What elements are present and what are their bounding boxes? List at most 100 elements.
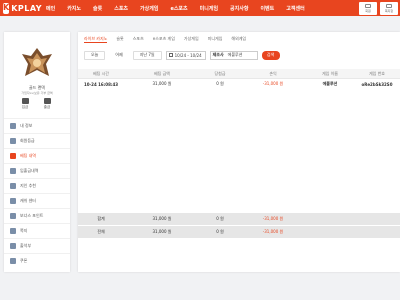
top-icon-group: 회원 쪽지함	[359, 2, 398, 15]
date-filter-bar: 오늘 어제 지난 7일 10/24 - 10/24 제조사 에볼루션 검색	[84, 50, 280, 60]
member-level-icon	[10, 138, 16, 144]
calendar-icon	[168, 53, 173, 57]
header-bet-amount: 베팅 금액	[154, 70, 170, 76]
nav-main[interactable]: 메인	[46, 5, 55, 12]
summary-profit-loss: -31,000 원	[262, 216, 284, 221]
header-win-amount: 당첨금	[214, 70, 226, 76]
summary-subtotal-row: 합계 31,000 원 0 원 -31,000 원	[78, 213, 400, 226]
table-row[interactable]: 10-24 16:08:43 31,000 원 0 원 -31,000 원 에볼…	[78, 79, 400, 89]
sidebar: 골드 랜덱 가입자Lv/보유 기부 금액 입금 출금 내 정보 회원등급 베팅 …	[4, 32, 70, 272]
sidebar-item-messages[interactable]: 쪽지	[4, 223, 70, 238]
game-tabs: 라이브 카지노 슬롯 스포츠 e스포츠 게임 가상게임 미니게임 해외게임	[84, 35, 255, 43]
nav-notice[interactable]: 공지사항	[230, 5, 248, 12]
date-range-picker[interactable]: 10/24 - 10/24	[165, 50, 206, 60]
tab-mini-game[interactable]: 미니게임	[208, 36, 223, 42]
referral-icon	[10, 183, 16, 189]
header-game-number: 게임 번호	[369, 70, 385, 76]
header-bet-time: 베팅 시간	[93, 70, 109, 76]
summary-profit-loss: -31,000 원	[262, 229, 284, 234]
nav-sports[interactable]: 스포츠	[114, 5, 128, 12]
cell-profit-loss: -31,000 원	[262, 81, 284, 86]
summary-rows: 합계 31,000 원 0 원 -31,000 원 전체 31,000 원 0 …	[78, 213, 400, 239]
cell-win-amount: 0 원	[216, 81, 224, 86]
transactions-icon	[10, 168, 16, 174]
my-info-icon	[10, 123, 16, 129]
cell-bet-time: 10-24 16:08:43	[83, 81, 119, 87]
cell-game-name: 에볼루션	[322, 81, 338, 86]
nav-event[interactable]: 이벤트	[260, 5, 274, 12]
sidebar-item-label: 베팅 내역	[20, 153, 36, 158]
summary-bet: 31,000 원	[152, 229, 172, 234]
bet-history-table: 베팅 시간 베팅 금액 당첨금 손익 게임 이름 게임 번호 10-24 16:…	[78, 69, 400, 89]
tab-slot[interactable]: 슬롯	[116, 36, 123, 42]
sidebar-item-label: 캐쉬 센터	[20, 198, 36, 203]
nav-esports[interactable]: e스포츠	[170, 5, 187, 12]
sidebar-item-label: 쪽지	[20, 228, 28, 233]
deposit-label: 입금	[21, 105, 29, 109]
bonus-point-icon	[10, 213, 16, 219]
nav-slot[interactable]: 슬롯	[93, 5, 102, 12]
message-box-button[interactable]: 쪽지함	[380, 2, 398, 15]
provider-select-value: 에볼루션	[227, 52, 243, 57]
sidebar-item-member-level[interactable]: 회원등급	[4, 133, 70, 148]
cell-bet-amount: 31,000 원	[152, 81, 172, 86]
sidebar-item-label: 쿠폰	[20, 258, 28, 263]
sidebar-item-bet-history[interactable]: 베팅 내역	[4, 148, 70, 163]
sidebar-item-my-info[interactable]: 내 정보	[4, 118, 70, 133]
summary-label: 합계	[97, 216, 105, 221]
brand-logo[interactable]: K KPLAY	[3, 2, 43, 14]
rank-emblem-icon	[22, 48, 52, 76]
message-box-label: 쪽지함	[384, 9, 394, 13]
wallet-buttons: 입금 출금	[17, 98, 55, 110]
tab-live-casino[interactable]: 라이브 카지노	[84, 36, 108, 43]
sidebar-item-label: 내 정보	[20, 123, 33, 128]
yesterday-button[interactable]: 어제	[109, 50, 129, 60]
cell-game-number: oRe2bSk32S0	[361, 81, 393, 87]
withdraw-button[interactable]: 출금	[39, 98, 55, 110]
tab-esports-game[interactable]: e스포츠 게임	[153, 36, 175, 42]
top-navigation-bar: K KPLAY 메인 카지노 슬롯 스포츠 가상게임 e스포츠 미니게임 공지사…	[0, 0, 400, 16]
sidebar-item-cash-center[interactable]: 캐쉬 센터	[4, 193, 70, 208]
bet-history-icon	[10, 153, 16, 159]
sidebar-item-label: 지인 추천	[20, 183, 36, 188]
header-profit-loss: 손익	[269, 70, 277, 76]
message-icon	[10, 228, 16, 234]
member-label: 회원	[365, 9, 371, 13]
last-7-days-button[interactable]: 지난 7일	[132, 50, 162, 60]
brand-name: KPLAY	[11, 3, 43, 13]
main-nav: 메인 카지노 슬롯 스포츠 가상게임 e스포츠 미니게임 공지사항 이벤트 고객…	[46, 0, 317, 16]
sidebar-item-referral[interactable]: 지인 추천	[4, 178, 70, 193]
summary-label: 전체	[97, 229, 105, 234]
tab-virtual-game[interactable]: 가상게임	[184, 36, 199, 42]
provider-select-label: 제조사	[212, 52, 224, 57]
summary-total-row: 전체 31,000 원 0 원 -31,000 원	[78, 226, 400, 239]
provider-select[interactable]: 제조사 에볼루션	[209, 50, 258, 60]
member-button[interactable]: 회원	[359, 2, 377, 15]
mail-icon	[386, 4, 392, 8]
sidebar-item-label: 회원등급	[20, 138, 35, 143]
deposit-button[interactable]: 입금	[17, 98, 33, 110]
withdraw-icon	[43, 98, 51, 104]
logo-mark-letter: K	[3, 3, 10, 12]
sidebar-item-label: 출석부	[20, 243, 32, 248]
sidebar-item-bonus-point[interactable]: 보너스 포인트	[4, 208, 70, 223]
today-button[interactable]: 오늘	[84, 50, 106, 60]
table-header: 베팅 시간 베팅 금액 당첨금 손익 게임 이름 게임 번호	[78, 69, 400, 79]
tab-overseas-game[interactable]: 해외게임	[231, 36, 246, 42]
search-button[interactable]: 검색	[261, 50, 280, 60]
attendance-icon	[10, 243, 16, 249]
sidebar-item-transactions[interactable]: 입출금내역	[4, 163, 70, 178]
sidebar-item-coupon[interactable]: 쿠폰	[4, 253, 70, 268]
tab-sports[interactable]: 스포츠	[133, 36, 144, 42]
user-subtitle: 가입자Lv/보유 기부 금액	[21, 91, 53, 95]
nav-casino[interactable]: 카지노	[67, 5, 81, 12]
sidebar-item-attendance[interactable]: 출석부	[4, 238, 70, 253]
summary-bet: 31,000 원	[152, 216, 172, 221]
date-range-value: 10/24 - 10/24	[174, 52, 202, 58]
nav-virtual-game[interactable]: 가상게임	[140, 5, 158, 12]
header-game-name: 게임 이름	[322, 70, 338, 76]
nav-support[interactable]: 고객센터	[286, 5, 304, 12]
bet-history-panel: 라이브 카지노 슬롯 스포츠 e스포츠 게임 가상게임 미니게임 해외게임 오늘…	[78, 32, 400, 272]
nav-mini-game[interactable]: 미니게임	[200, 5, 218, 12]
sidebar-item-label: 입출금내역	[20, 168, 39, 173]
